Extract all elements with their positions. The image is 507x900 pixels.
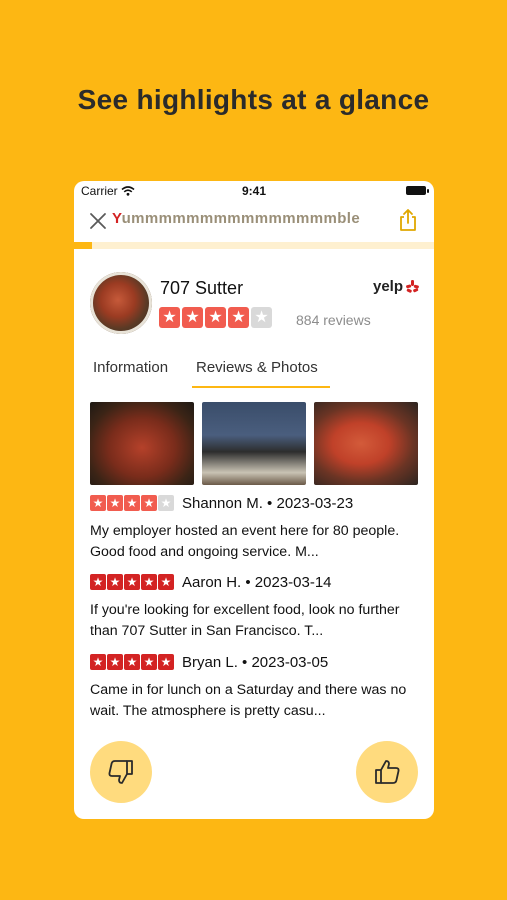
review-author-date: Bryan L. • 2023-03-05: [182, 653, 329, 671]
business-avatar: [90, 272, 152, 334]
review-text: Came in for lunch on a Saturday and ther…: [90, 682, 407, 719]
progress-bar: [74, 242, 434, 249]
review-author-date: Aaron H. • 2023-03-14: [182, 573, 332, 591]
app-title: Yummmmmmmmmmmmmmmble: [112, 210, 360, 227]
review-item[interactable]: ★ ★ ★ ★ ★ Aaron H. • 2023-03-14 If you're lo…: [90, 572, 420, 642]
photo-interior[interactable]: [202, 402, 306, 485]
yelp-burst-icon: [406, 279, 419, 293]
star-icon: ★: [124, 654, 140, 670]
review-rating: ★ ★ ★ ★ ★: [90, 495, 174, 511]
headline: See highlights at a glance: [77, 84, 430, 115]
review-item[interactable]: ★ ★ ★ ★ ★ Bryan L. • 2023-03-05 Came in for …: [90, 652, 420, 722]
review-text: My employer hosted an event here for 80 …: [90, 523, 400, 560]
star-icon: ★: [107, 574, 123, 590]
phone-screen: Carrier 9:41 Yummmmmmmmmmmmmmmble 707 Su…: [74, 181, 434, 819]
dislike-button[interactable]: [90, 741, 152, 803]
active-tab-indicator: [192, 386, 330, 388]
review-text: If you're looking for excellent food, lo…: [90, 602, 400, 639]
star-icon: ★: [107, 495, 123, 511]
business-rating: ★ ★ ★ ★ ★: [159, 307, 272, 328]
photo-strip: [90, 402, 418, 485]
star-icon: ★: [90, 574, 106, 590]
star-icon: ★: [159, 307, 180, 328]
review-rating: ★ ★ ★ ★ ★: [90, 574, 174, 590]
yelp-wordmark: yelp: [372, 278, 403, 295]
review-count: 884 reviews: [296, 312, 371, 328]
star-icon: ★: [141, 654, 157, 670]
star-icon: ★: [107, 654, 123, 670]
tab-bar: Information Reviews & Photos: [74, 353, 434, 389]
like-button[interactable]: [356, 741, 418, 803]
star-icon: ★: [228, 307, 249, 328]
battery-icon: [406, 186, 429, 195]
star-icon: ★: [205, 307, 226, 328]
star-icon: ★: [141, 574, 157, 590]
star-icon: ★: [124, 495, 140, 511]
thumbs-up-icon: [375, 760, 400, 784]
app-title-first-letter: Y: [112, 210, 122, 227]
star-icon: ★: [251, 307, 272, 328]
star-icon: ★: [182, 307, 203, 328]
star-icon: ★: [158, 654, 174, 670]
tab-reviews-photos[interactable]: Reviews & Photos: [196, 359, 318, 376]
top-bar: Yummmmmmmmmmmmmmmble: [74, 205, 434, 237]
star-icon: ★: [124, 574, 140, 590]
star-icon: ★: [90, 495, 106, 511]
review-author-date: Shannon M. • 2023-03-23: [182, 494, 354, 512]
status-time: 9:41: [241, 184, 267, 198]
business-name: 707 Sutter: [160, 278, 244, 298]
photo-food-pot[interactable]: [90, 402, 194, 485]
star-icon: ★: [90, 654, 106, 670]
photo-food-bowl[interactable]: [314, 402, 418, 485]
star-icon: ★: [158, 574, 174, 590]
star-icon: ★: [141, 495, 157, 511]
thumbs-down-icon: [108, 760, 133, 784]
tab-information[interactable]: Information: [93, 359, 168, 376]
review-item[interactable]: ★ ★ ★ ★ ★ Shannon M. • 2023-03-23 My employe…: [90, 493, 420, 563]
yelp-logo: yelp: [373, 278, 420, 295]
star-icon: ★: [158, 495, 174, 511]
progress-fill: [74, 242, 92, 249]
close-icon[interactable]: [88, 211, 108, 231]
status-bar: Carrier 9:41: [74, 181, 434, 201]
share-icon[interactable]: [398, 208, 418, 232]
app-title-rest: ummmmmmmmmmmmmmmble: [121, 210, 361, 227]
review-rating: ★ ★ ★ ★ ★: [90, 654, 174, 670]
